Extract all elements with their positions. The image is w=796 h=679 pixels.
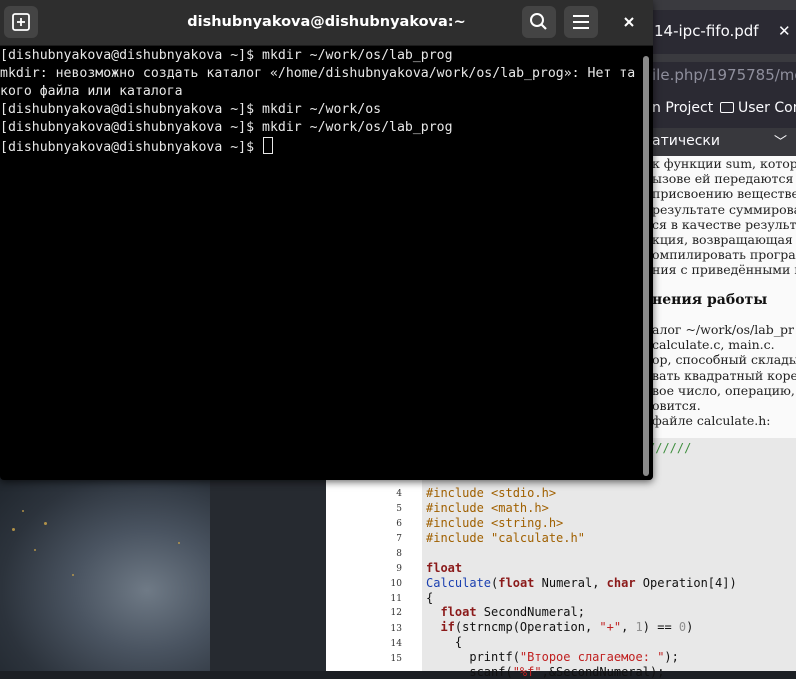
zoom-select[interactable]: атически bbox=[652, 133, 720, 149]
line-number: 6 bbox=[396, 519, 402, 529]
pdf-text-line: calculate.c, main.c. bbox=[652, 337, 775, 353]
pdf-text-line: файле calculate.h: bbox=[652, 413, 771, 429]
code-line: float bbox=[426, 561, 463, 575]
hamburger-menu-icon bbox=[573, 15, 589, 29]
close-icon bbox=[624, 17, 634, 27]
code-line: #include "calculate.h" bbox=[426, 531, 585, 545]
pdf-paragraph: алог ~/work/os/lab_pr calculate.c, main.… bbox=[652, 322, 796, 428]
line-number: 11 bbox=[390, 594, 402, 604]
code-line: #include <string.h> bbox=[426, 516, 564, 530]
line-number: 8 bbox=[396, 549, 402, 559]
wallpaper-speck bbox=[44, 522, 47, 525]
line-number: 14 bbox=[390, 639, 402, 649]
wallpaper-speck bbox=[12, 528, 15, 531]
terminal-window[interactable]: dishubnyakova@dishubnyakova:~ [dishubnya… bbox=[0, 0, 653, 480]
search-button[interactable] bbox=[522, 6, 556, 38]
pdf-text-line: ния с приведёнными вы bbox=[652, 262, 796, 278]
wallpaper-speck bbox=[178, 542, 180, 544]
folder-icon bbox=[720, 102, 734, 113]
pdf-text-line: ор, способный складыват bbox=[652, 352, 796, 368]
close-button[interactable] bbox=[612, 6, 646, 38]
terminal-output[interactable]: [dishubnyakova@dishubnyakova ~]$ mkdir ~… bbox=[0, 46, 640, 480]
terminal-line: кого файла или каталога bbox=[0, 84, 183, 99]
bookmark-folder-label: User Con bbox=[738, 100, 796, 116]
pdf-paragraph: к функции sum, котора ызове ей передаютс… bbox=[652, 156, 796, 278]
line-number: 9 bbox=[396, 564, 402, 574]
wallpaper-speck bbox=[22, 510, 24, 512]
desktop-dark-area bbox=[210, 470, 326, 671]
scrollbar-thumb[interactable] bbox=[643, 56, 649, 476]
code-line: { bbox=[426, 635, 463, 649]
terminal-prompt-line[interactable]: [dishubnyakova@dishubnyakova ~]$ bbox=[0, 137, 274, 157]
code-line: Calculate(float Numeral, char Operation[… bbox=[426, 576, 737, 590]
tab-title: 14-ipc-fifo.pdf bbox=[654, 22, 759, 40]
pdf-text-line: омпилировать програм bbox=[652, 247, 796, 263]
line-number: 5 bbox=[396, 504, 402, 514]
pdf-text-line: вать квадратный корень, bbox=[652, 367, 796, 383]
pdf-text-line: алог ~/work/os/lab_pr bbox=[652, 322, 794, 337]
line-number: 4 bbox=[396, 489, 402, 499]
pdf-text-line: результате суммировани bbox=[652, 201, 796, 217]
search-icon bbox=[530, 13, 547, 30]
terminal-prompt: [dishubnyakova@dishubnyakova ~]$ bbox=[0, 140, 263, 155]
pdf-text-line: кция, возвращающая цел bbox=[652, 232, 796, 248]
code-line: if(strncmp(Operation, "+", 1) == 0) bbox=[440, 620, 694, 634]
line-number: 7 bbox=[396, 534, 402, 544]
code-comment: ////// bbox=[648, 441, 692, 455]
chevron-down-icon[interactable]: ﹀ bbox=[774, 131, 787, 150]
desktop-wallpaper bbox=[0, 470, 210, 671]
pdf-text-line: к функции sum, котора bbox=[652, 156, 796, 171]
code-line: scanf("%f",&SecondNumeral); bbox=[426, 665, 665, 679]
wallpaper-speck bbox=[34, 549, 36, 551]
pdf-text-line: ся в качестве результата bbox=[652, 216, 796, 232]
pdf-text-line: присвоению веществен bbox=[652, 186, 796, 202]
pdf-text-line: овится. bbox=[652, 398, 701, 414]
terminal-line: mkdir: невозможно создать каталог «/home… bbox=[0, 66, 636, 81]
code-line: #include <stdio.h> bbox=[426, 486, 557, 500]
wallpaper-speck bbox=[72, 574, 74, 576]
code-line: { bbox=[426, 591, 434, 605]
code-line: printf("Второе слагаемое: "); bbox=[426, 650, 679, 664]
code-line: float SecondNumeral; bbox=[440, 605, 585, 619]
terminal-line: [dishubnyakova@dishubnyakova ~]$ mkdir ~… bbox=[0, 120, 453, 135]
text-cursor bbox=[263, 137, 274, 154]
terminal-line: [dishubnyakova@dishubnyakova ~]$ mkdir ~… bbox=[0, 48, 453, 63]
line-number: 15 bbox=[390, 654, 402, 664]
bookmark-item[interactable]: n Project bbox=[652, 100, 713, 116]
pdf-text-line: вое число, операцию, вто bbox=[652, 382, 796, 398]
line-number: 13 bbox=[390, 624, 402, 634]
terminal-line: [dishubnyakova@dishubnyakova ~]$ mkdir ~… bbox=[0, 102, 382, 117]
pdf-section-heading: нения работы bbox=[652, 292, 768, 308]
terminal-header-bar: dishubnyakova@dishubnyakova:~ bbox=[0, 0, 653, 46]
url-text: ile.php/1975785/moo bbox=[652, 66, 796, 84]
line-number: 10 bbox=[390, 579, 402, 589]
bookmark-folder[interactable]: User Con bbox=[720, 100, 796, 116]
pdf-text-line: ызове ей передаются два bbox=[652, 171, 796, 187]
line-number: 12 bbox=[390, 608, 402, 618]
terminal-scrollbar[interactable] bbox=[640, 46, 653, 480]
menu-button[interactable] bbox=[564, 6, 598, 38]
code-line: #include <math.h> bbox=[426, 501, 549, 515]
tab-close-icon[interactable]: ✕ bbox=[778, 22, 791, 40]
